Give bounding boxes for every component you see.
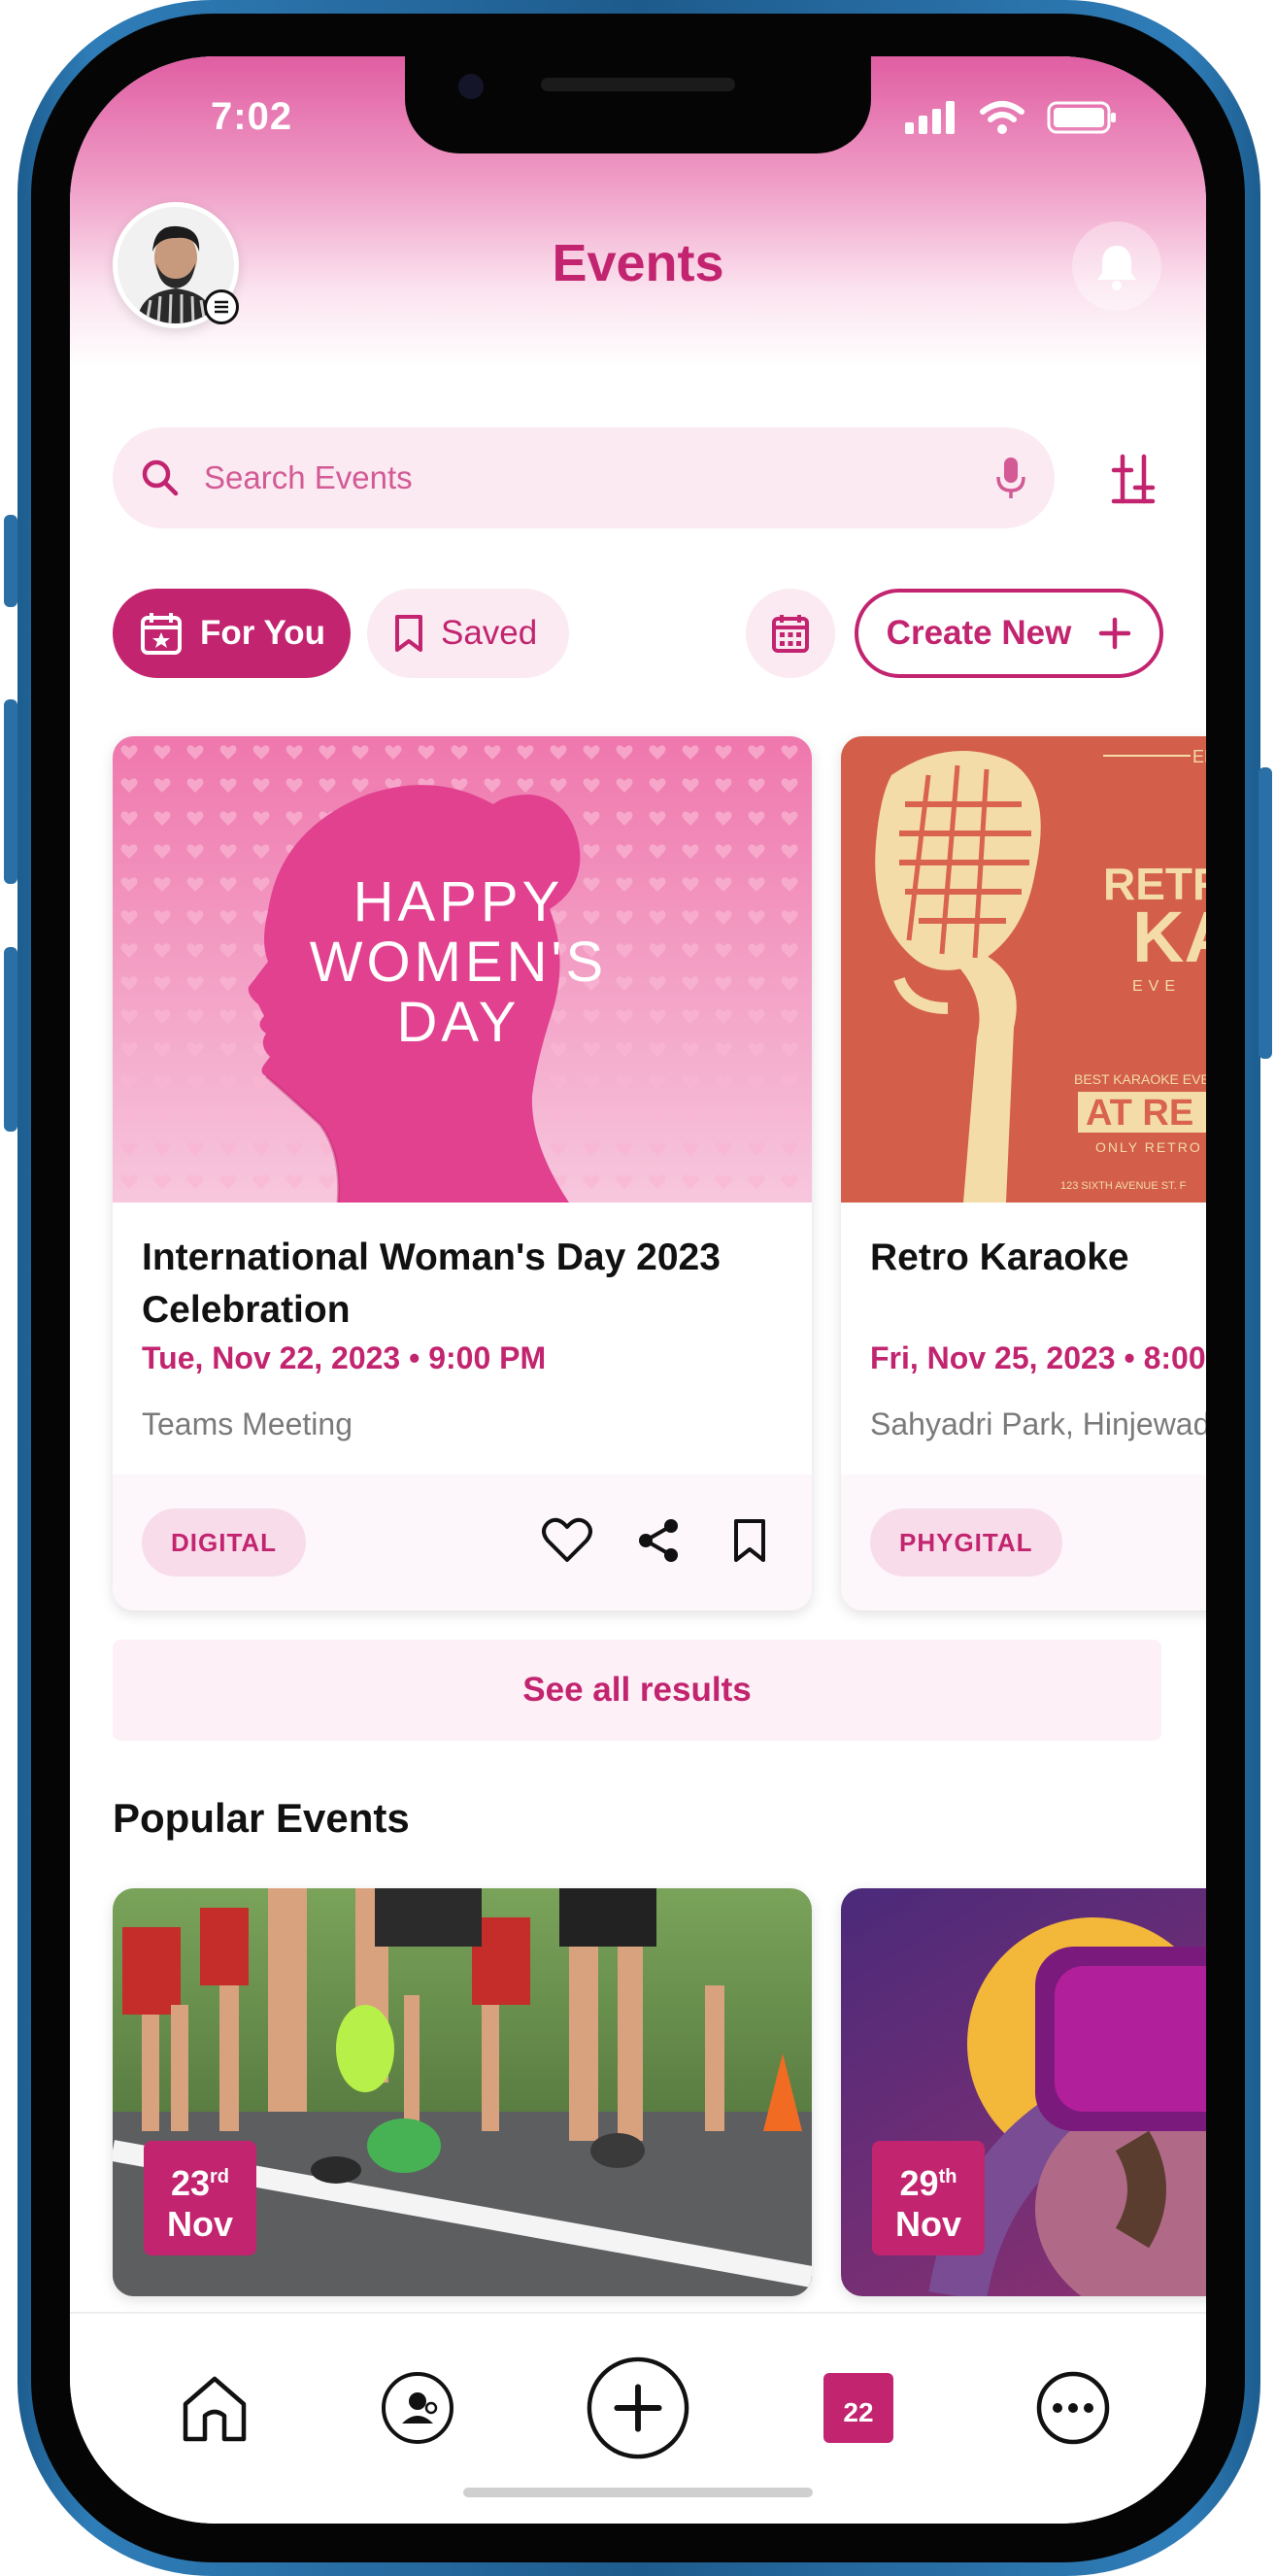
popular-event-card[interactable]: 23rd Nov [113,1888,812,2296]
search-icon [142,459,179,496]
date-badge: 29th Nov [872,2141,985,2255]
notch [405,56,871,153]
image-text-line-3: DAY [397,991,520,1054]
event-location: Sahyadri Park, Hinjewadi [870,1407,1206,1441]
image-text-karaoke: KA [1132,897,1206,977]
create-new-button[interactable]: Create New [855,589,1163,678]
calendar-button[interactable] [746,589,835,678]
date-month: Nov [894,2204,961,2244]
signal-icon [905,101,955,134]
share-icon[interactable] [631,1513,686,1568]
bookmark-icon [395,615,422,652]
volume-up-button [4,699,17,884]
event-card[interactable]: HAPPY WOMEN'S DAY International Woman's … [113,736,812,1610]
image-text-en: EN [1192,747,1206,766]
calendar-star-icon [141,613,182,655]
date-day: 29 [899,2163,939,2203]
date-suffix: rd [210,2166,230,2187]
popular-event-card[interactable]: 29th Nov [841,1888,1206,2296]
filter-sliders-icon[interactable] [1099,445,1167,513]
event-card[interactable]: EN RETR KA EVE BEST KARAOKE EVENT AT RE … [841,736,1206,1610]
create-new-label: Create New [886,614,1072,652]
tab-for-you-label: For You [200,614,325,652]
image-text-at-retro: AT RE [1086,1093,1193,1134]
popular-events-heading: Popular Events [113,1795,410,1841]
image-text-address: 123 SIXTH AVENUE ST. F [1060,1180,1187,1192]
event-title: Retro Karaoke [870,1237,1129,1278]
status-time: 7:02 [211,95,293,138]
like-heart-icon[interactable] [540,1513,594,1568]
date-badge: 23rd Nov [144,2141,256,2255]
calendar-icon [772,615,809,653]
search-bar[interactable] [113,427,1055,528]
image-text-best: BEST KARAOKE EVENT [1074,1071,1206,1087]
menu-badge-icon[interactable] [204,289,239,324]
date-month: Nov [166,2204,233,2244]
nav-more-icon[interactable] [1020,2355,1126,2461]
notifications-bell-icon[interactable] [1072,221,1161,311]
event-image-womens-day: HAPPY WOMEN'S DAY [113,736,812,1203]
tab-saved-label: Saved [441,614,538,652]
nav-home-icon[interactable] [161,2355,268,2461]
power-button [1259,767,1272,1059]
event-actions [540,1513,777,1568]
calendar-day-number: 22 [823,2373,893,2443]
image-text-line-2: WOMEN'S [310,931,608,994]
event-image-retro-karaoke: EN RETR KA EVE BEST KARAOKE EVENT AT RE … [841,736,1206,1203]
search-input[interactable] [204,459,994,496]
nav-calendar-icon[interactable]: 22 [805,2355,912,2461]
battery-icon [1047,101,1116,134]
nav-add-event-icon[interactable] [585,2355,691,2461]
date-suffix: th [938,2166,957,2187]
date-day: 23 [170,2163,211,2203]
nav-profile-icon[interactable] [364,2355,471,2461]
wifi-icon [980,101,1024,134]
plus-icon [1099,617,1131,650]
bookmark-icon[interactable] [722,1513,777,1568]
see-all-results-button[interactable]: See all results [113,1640,1161,1741]
event-date: Fri, Nov 25, 2023 • 8:00 [870,1340,1206,1375]
microphone-icon[interactable] [994,456,1027,500]
page-title: Events [552,234,724,292]
event-location: Teams Meeting [142,1407,353,1441]
tab-saved[interactable]: Saved [367,589,569,678]
image-text-event: EVE [1132,978,1181,995]
event-type-badge: PHYGITAL [870,1508,1062,1576]
image-text-line-1: HAPPY [353,870,564,933]
status-icons [905,100,1117,135]
silent-switch [4,515,17,607]
volume-down-button [4,947,17,1132]
event-title: International Woman's Day 2023 Celebrati… [142,1237,721,1331]
home-indicator[interactable] [463,2488,813,2497]
image-text-only-retro: ONLY RETRO [1095,1139,1202,1155]
tab-for-you[interactable]: For You [113,589,351,678]
event-type-badge: DIGITAL [142,1508,307,1576]
app-screen: 7:02 Events Search Events For You Saved … [70,56,1206,2524]
event-date: Tue, Nov 22, 2023 • 9:00 PM [142,1340,547,1375]
